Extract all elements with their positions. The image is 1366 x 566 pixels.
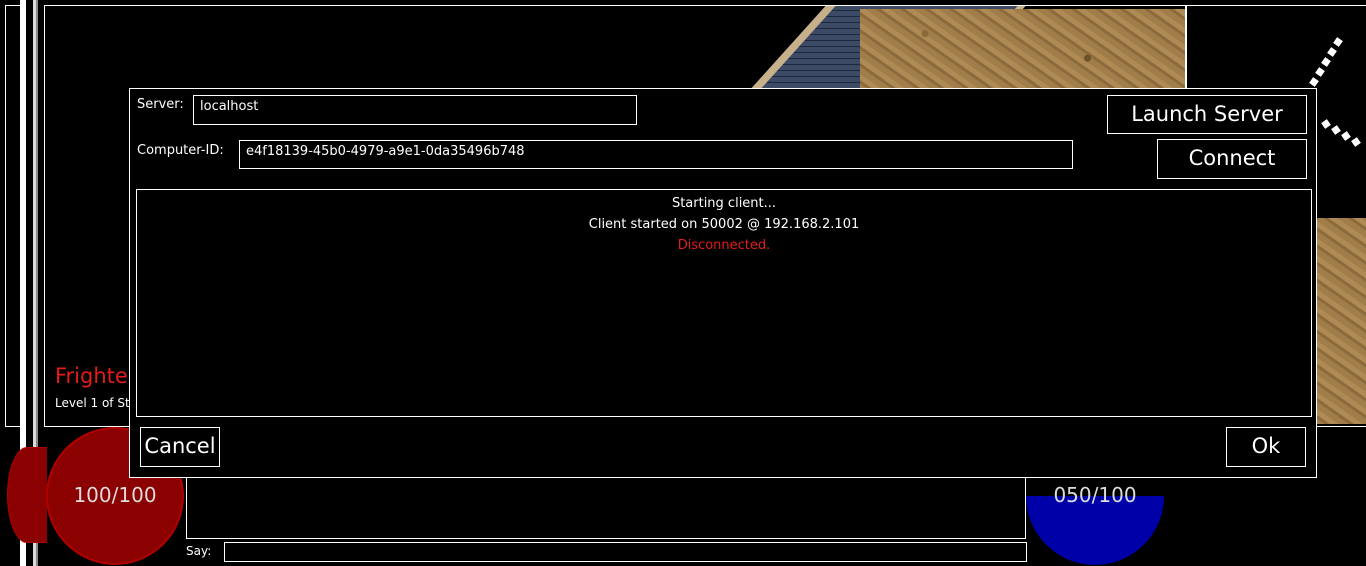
launch-server-button[interactable]: Launch Server	[1107, 95, 1307, 134]
status-log: Starting client... Client started on 500…	[136, 189, 1312, 417]
say-input[interactable]	[224, 542, 1027, 562]
cancel-button[interactable]: Cancel	[140, 427, 220, 467]
health-orb-partial	[7, 447, 47, 543]
mana-value: 050/100	[1053, 483, 1137, 507]
creature-level: Level 1 of St	[55, 396, 130, 410]
creature-name: Frighte	[55, 364, 128, 388]
dirt-ground-right	[1314, 218, 1366, 424]
connect-button[interactable]: Connect	[1157, 139, 1307, 179]
server-label: Server:	[137, 97, 184, 112]
say-label: Say:	[186, 544, 212, 558]
log-line-error: Disconnected.	[677, 238, 771, 253]
server-input[interactable]: localhost	[193, 95, 637, 125]
side-panel-frame	[5, 5, 21, 427]
health-value: 100/100	[73, 483, 157, 507]
dirt-ground	[860, 9, 1185, 91]
connection-dialog: Server: localhost Computer-ID: e4f18139-…	[129, 88, 1317, 478]
log-line: Client started on 50002 @ 192.168.2.101	[588, 217, 860, 232]
computer-id-label: Computer-ID:	[137, 143, 224, 158]
log-line: Starting client...	[671, 196, 777, 211]
ok-button[interactable]: Ok	[1226, 427, 1306, 467]
computer-id-input[interactable]: e4f18139-45b0-4979-a9e1-0da35496b748	[239, 140, 1073, 169]
chat-log[interactable]	[186, 477, 1026, 539]
